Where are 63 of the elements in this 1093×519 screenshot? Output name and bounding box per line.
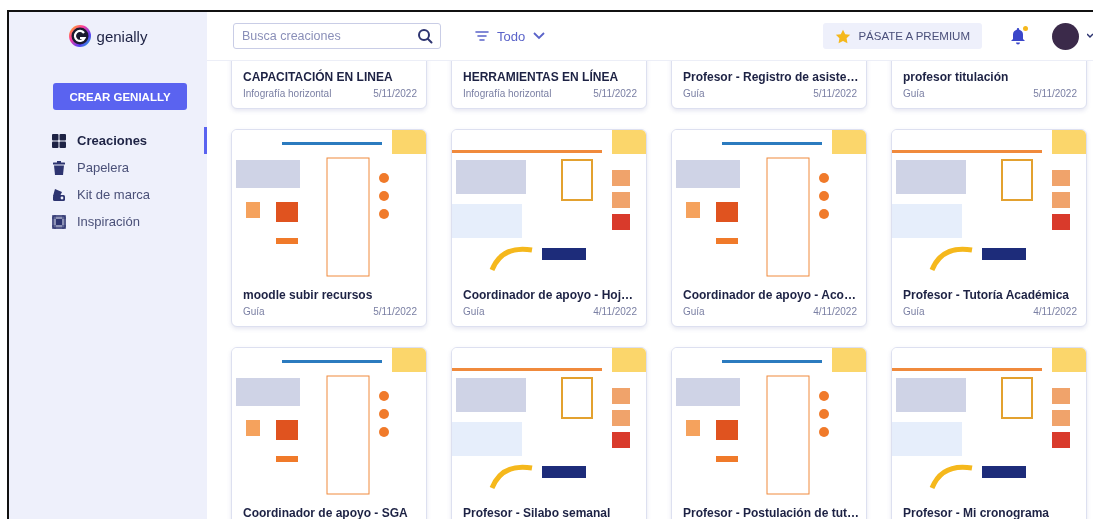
creation-type: Infografía horizontal — [463, 88, 552, 99]
creation-card[interactable]: Profesor - Registro de asiste… Guía 5/11/2022 — [671, 61, 867, 109]
creation-card[interactable]: profesor titulación Guía 5/11/2022 — [891, 61, 1087, 109]
brand-name: genially — [96, 27, 148, 45]
creation-card[interactable]: HERRAMIENTAS EN LÍNEA Infografía horizontal 5/11/2022 — [451, 61, 647, 109]
bell-icon — [1010, 27, 1026, 45]
sidebar-item[interactable]: Inspiración — [9, 208, 207, 235]
creation-card[interactable]: CAPACITACIÓN EN LINEA Infografía horizontal 5/11/2022 — [231, 61, 427, 109]
avatar[interactable] — [1052, 22, 1079, 50]
filter-icon — [475, 30, 489, 42]
creation-date: 5/11/2022 — [373, 88, 417, 99]
creation-date: 4/11/2022 — [813, 306, 857, 317]
create-button[interactable]: CREAR GENIALLY — [53, 83, 187, 110]
chevron-down-icon — [533, 32, 546, 40]
creation-title: CAPACITACIÓN EN LINEA — [243, 70, 394, 85]
creation-title: Coordinador de apoyo - Aco… — [683, 288, 857, 303]
creation-title: moodle subir recursos — [243, 288, 374, 303]
creation-date: 5/11/2022 — [593, 88, 637, 99]
creation-card[interactable]: Coordinador de apoyo - Hoj… Guía 4/11/2022 — [451, 129, 647, 327]
creation-title: Coordinador de apoyo - SGA — [243, 506, 409, 519]
creation-title: Profesor - Silabo semanal — [463, 506, 612, 519]
creation-type: Guía — [903, 306, 925, 317]
creation-date: 5/11/2022 — [1033, 88, 1077, 99]
creation-date: 4/11/2022 — [1033, 306, 1077, 317]
filter-label: Todo — [497, 28, 526, 44]
creation-card[interactable]: Profesor - Mi cronograma — [891, 347, 1087, 519]
creation-title: HERRAMIENTAS EN LÍNEA — [463, 70, 620, 85]
creation-card[interactable]: Profesor - Postulación de tut… — [671, 347, 867, 519]
sidebar-item[interactable]: Papelera — [9, 154, 207, 181]
creation-type: Guía — [683, 88, 705, 99]
creation-title: Profesor - Registro de asiste… — [683, 70, 857, 85]
logo-icon — [68, 25, 91, 47]
creation-type: Guía — [243, 306, 265, 317]
creation-date: 5/11/2022 — [813, 88, 857, 99]
caret-icon[interactable] — [1087, 32, 1093, 40]
star-icon — [835, 28, 852, 44]
notifications-button[interactable] — [1010, 27, 1026, 45]
sidebar-item[interactable]: Creaciones — [9, 127, 207, 154]
creation-title: profesor titulación — [903, 70, 1010, 85]
creation-card[interactable]: Profesor - Silabo semanal — [451, 347, 647, 519]
creation-date: 5/11/2022 — [373, 306, 417, 317]
creation-title: Coordinador de apoyo - Hoj… — [463, 288, 634, 303]
creation-type: Guía — [463, 306, 485, 317]
trash-icon — [52, 160, 66, 175]
filter-dropdown[interactable]: Todo — [471, 24, 550, 48]
creation-card[interactable]: Coordinador de apoyo - SGA — [231, 347, 427, 519]
premium-button[interactable]: PÁSATE A PREMIUM — [823, 23, 982, 49]
creation-title: Profesor - Postulación de tut… — [683, 506, 857, 519]
paint-bucket-icon — [52, 187, 66, 202]
search-icon — [417, 28, 433, 44]
sidebar-item[interactable]: Kit de marca — [9, 181, 207, 208]
creation-type: Guía — [683, 306, 705, 317]
creation-type: Guía — [903, 88, 925, 99]
creation-card[interactable]: moodle subir recursos Guía 5/11/2022 — [231, 129, 427, 327]
creation-title: Profesor - Tutoría Académica — [903, 288, 1071, 303]
creation-date: 4/11/2022 — [593, 306, 637, 317]
frame-icon — [52, 214, 66, 229]
creation-title: Profesor - Mi cronograma — [903, 506, 1051, 519]
creation-card[interactable]: Coordinador de apoyo - Aco… Guía 4/11/2022 — [671, 129, 867, 327]
grid-icon — [52, 133, 66, 148]
search-field[interactable]: Busca creaciones — [233, 23, 441, 49]
creation-type: Infografía horizontal — [243, 88, 332, 99]
creation-card[interactable]: Profesor - Tutoría Académica Guía 4/11/2022 — [891, 129, 1087, 327]
